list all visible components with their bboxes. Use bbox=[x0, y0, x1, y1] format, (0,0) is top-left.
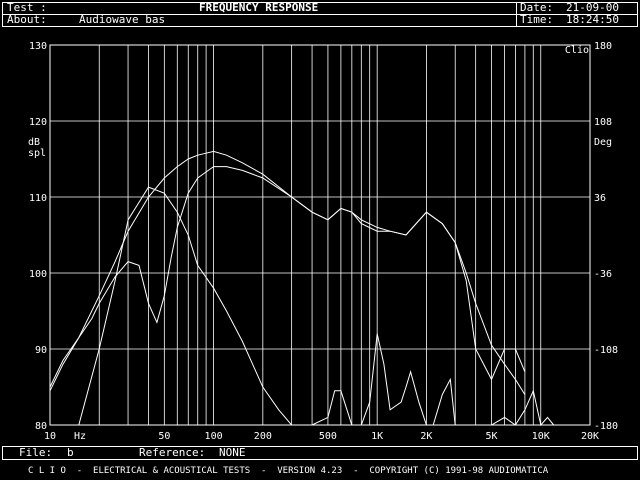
y-tick-label-left: 80 bbox=[35, 421, 47, 432]
y-axis-label-right: Deg bbox=[594, 137, 612, 148]
file-label: File: bbox=[19, 446, 53, 459]
x-tick-label: 100 bbox=[205, 431, 223, 442]
y-tick-label-left: 90 bbox=[35, 345, 47, 356]
about-value: Audiowave bas bbox=[79, 13, 166, 26]
y-tick-label-right: -180 bbox=[594, 421, 618, 432]
y-tick-label-left: 120 bbox=[29, 117, 47, 128]
time-label: Time: bbox=[520, 13, 554, 26]
time-value: 18:24:50 bbox=[566, 13, 619, 26]
corner-label: Clio bbox=[565, 45, 589, 56]
reference-label: Reference: bbox=[139, 446, 206, 459]
x-tick-label: 2K bbox=[420, 431, 432, 442]
footer-banner: C L I O - ELECTRICAL & ACOUSTICAL TESTS … bbox=[28, 466, 549, 476]
about-label: About: bbox=[7, 13, 47, 26]
x-tick-label: 1K bbox=[371, 431, 383, 442]
series-line-2 bbox=[49, 166, 526, 388]
y-tick-label-right: -36 bbox=[594, 269, 612, 280]
page-title: FREQUENCY RESPONSE bbox=[199, 1, 319, 14]
frequency-response-chart: 10 50 100 200 500 1K 2K 5K 10K 20K Hz 80 90 100 110 120… bbox=[28, 41, 618, 442]
y-axis-label-left: dB bbox=[28, 137, 40, 148]
x-tick-label: 10 bbox=[44, 431, 56, 442]
y-axis-label-left: spl bbox=[28, 148, 46, 159]
y-tick-label-right: 108 bbox=[594, 117, 612, 128]
y-tick-label-left: 100 bbox=[29, 269, 47, 280]
x-tick-label: 20K bbox=[581, 431, 599, 442]
file-bar bbox=[2, 446, 638, 460]
y-tick-label-right: 36 bbox=[594, 193, 606, 204]
x-axis-label: Hz bbox=[74, 431, 86, 442]
y-tick-label-right: 180 bbox=[594, 41, 612, 52]
x-tick-label: 10K bbox=[532, 431, 550, 442]
file-value: b bbox=[67, 446, 74, 459]
reference-value: NONE bbox=[219, 446, 246, 459]
x-tick-label: 500 bbox=[319, 431, 337, 442]
x-tick-label: 200 bbox=[254, 431, 272, 442]
y-tick-label-right: -108 bbox=[594, 345, 618, 356]
y-tick-label-left: 110 bbox=[29, 193, 47, 204]
plot-frame bbox=[49, 44, 591, 426]
x-tick-label: 5K bbox=[485, 431, 497, 442]
y-tick-label-left: 130 bbox=[29, 41, 47, 52]
x-tick-label: 50 bbox=[158, 431, 170, 442]
